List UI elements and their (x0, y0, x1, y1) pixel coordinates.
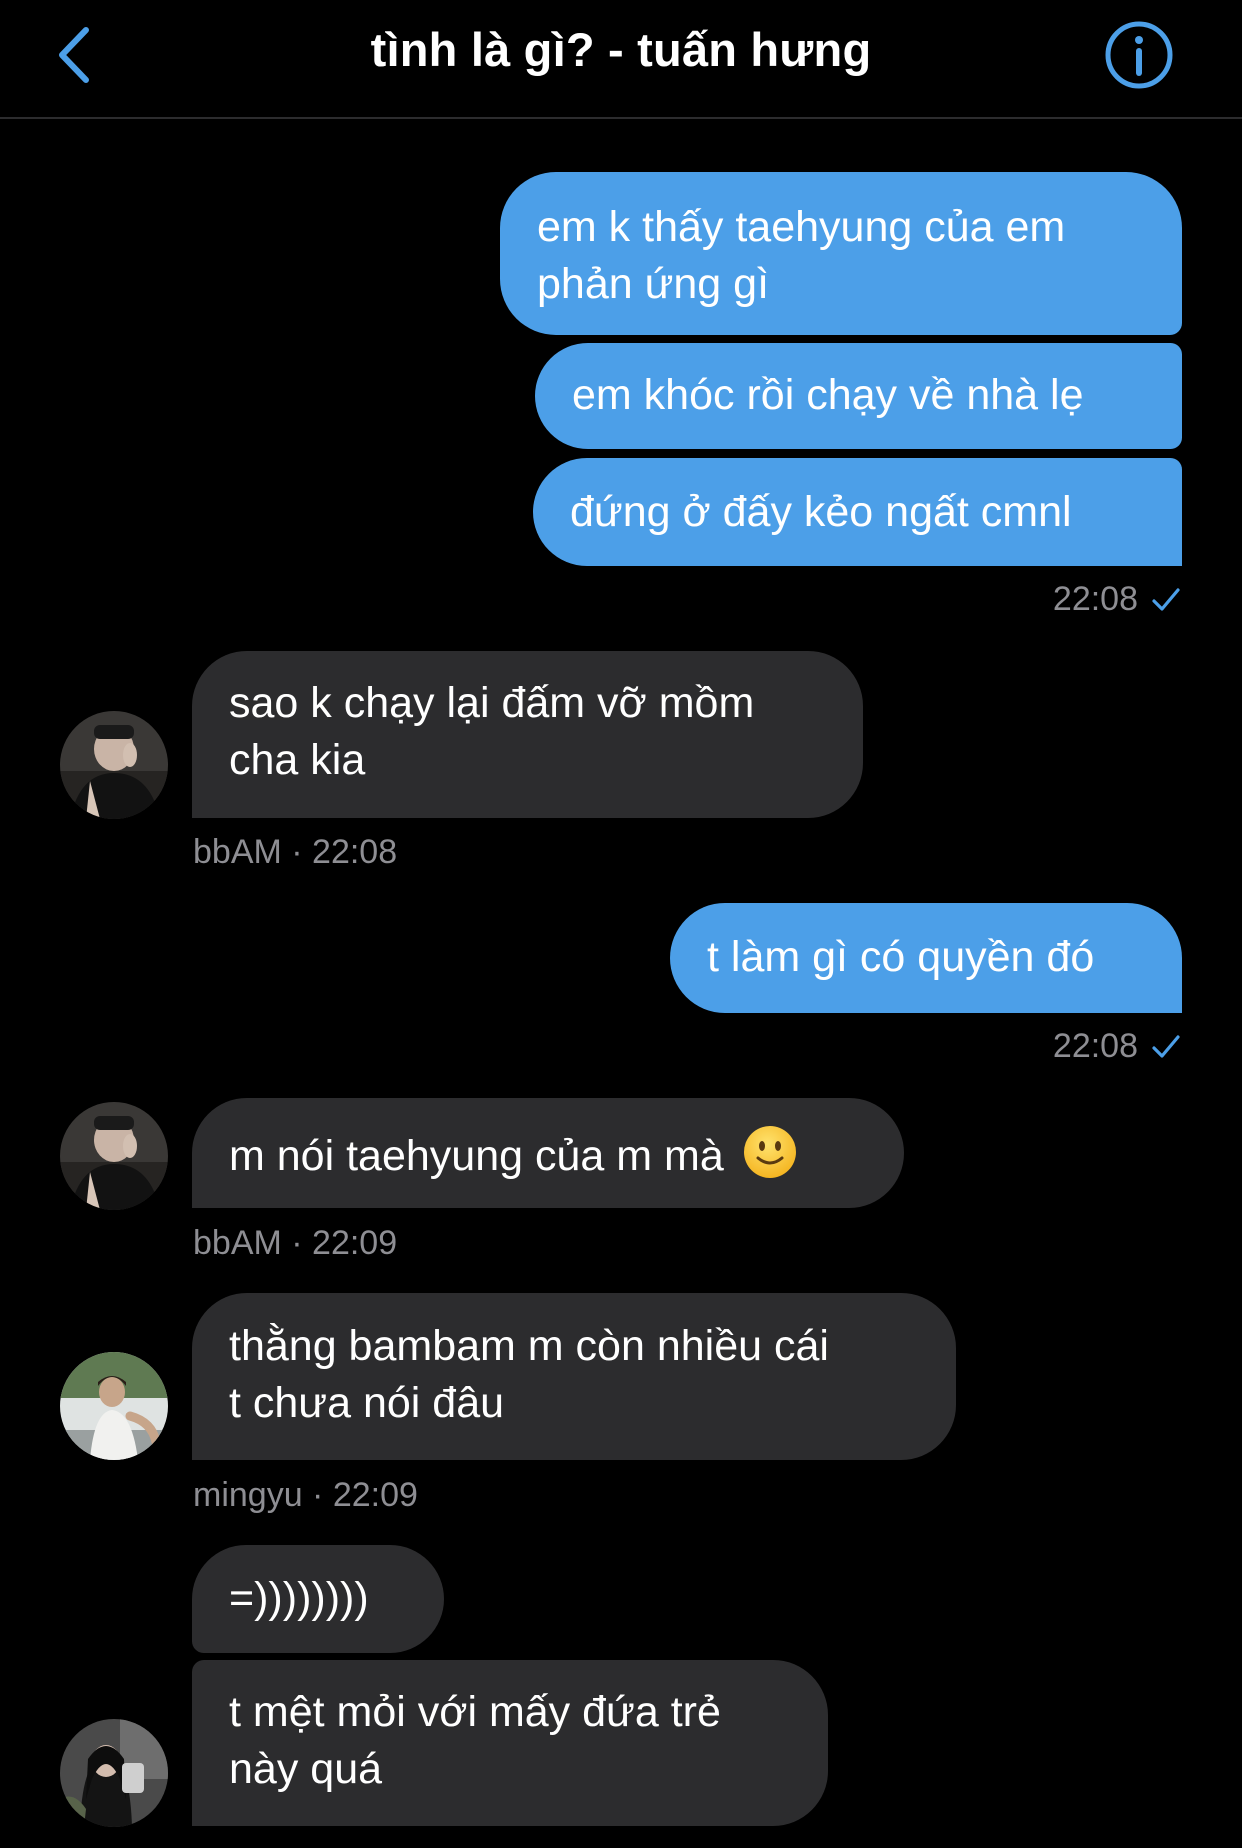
message-text-line: t làm gì có quyền đó (707, 933, 1095, 981)
timestamp-text: 22:08 (1052, 580, 1138, 618)
message-bubble-outgoing[interactable]: em k thấy taehyung của em phản ứng gì (500, 172, 1182, 335)
avatar-photo (60, 1102, 168, 1210)
sender-timestamp: bbAM · 22:09 (193, 1224, 398, 1262)
info-button[interactable] (1104, 20, 1174, 90)
message-text-line: em khóc rồi chạy về nhà lẹ (572, 371, 1084, 419)
message-text-line: =)))))))) (229, 1574, 369, 1622)
slightly-smiling-face-icon (743, 1126, 796, 1178)
message-text-line: t mệt mỏi với mấy đứa trẻ (229, 1688, 721, 1736)
avatar-photo (60, 711, 168, 819)
message-timestamp: 22:08 (1053, 1027, 1180, 1066)
timestamp-text: 22:08 (1052, 1027, 1138, 1065)
sender-timestamp: mingyu · 22:09 (193, 1476, 418, 1514)
check-icon (1152, 1034, 1180, 1058)
message-text-line: phản ứng gì (537, 260, 770, 308)
avatar-sender[interactable] (60, 1719, 168, 1827)
message-bubble-incoming[interactable]: thằng bambam m còn nhiều cái t chưa nói … (192, 1293, 956, 1460)
chat-header: tình là gì? - tuấn hưng (0, 0, 1242, 119)
message-bubble-outgoing[interactable]: em khóc rồi chạy về nhà lẹ (535, 343, 1182, 449)
chat-title[interactable]: tình là gì? - tuấn hưng (200, 22, 1042, 77)
message-text-line: sao k chạy lại đấm vỡ mồm (229, 679, 755, 727)
message-bubble-incoming[interactable]: t mệt mỏi với mấy đứa trẻ này quá (192, 1660, 828, 1826)
message-text-line: t chưa nói đâu (229, 1379, 505, 1427)
message-text-line: m nói taehyung của m mà (229, 1132, 724, 1180)
avatar-photo (60, 1352, 168, 1460)
check-icon (1152, 587, 1180, 611)
sender-timestamp: bbAM · 22:08 (193, 833, 398, 871)
avatar-photo (60, 1719, 168, 1827)
message-bubble-incoming[interactable]: sao k chạy lại đấm vỡ mồm cha kia (192, 651, 863, 818)
message-text-line: này quá (229, 1745, 383, 1793)
message-bubble-incoming[interactable]: m nói taehyung của m mà (192, 1098, 904, 1208)
message-text-line: thằng bambam m còn nhiều cái (229, 1322, 829, 1370)
message-timestamp: 22:08 (1053, 580, 1180, 619)
message-bubble-outgoing[interactable]: t làm gì có quyền đó (670, 903, 1182, 1013)
message-text-line: cha kia (229, 736, 366, 784)
chevron-left-icon (59, 27, 89, 83)
message-text-line: em k thấy taehyung của em (537, 203, 1066, 251)
avatar-bbam[interactable] (60, 1102, 168, 1210)
avatar-mingyu[interactable] (60, 1352, 168, 1460)
message-bubble-incoming[interactable]: =)))))))) (192, 1545, 444, 1653)
message-bubble-outgoing[interactable]: đứng ở đấy kẻo ngất cmnl (533, 458, 1182, 566)
info-circle-icon (1105, 21, 1173, 89)
back-button[interactable] (44, 24, 104, 86)
avatar-bbam[interactable] (60, 711, 168, 819)
message-text-line: đứng ở đấy kẻo ngất cmnl (570, 488, 1072, 536)
